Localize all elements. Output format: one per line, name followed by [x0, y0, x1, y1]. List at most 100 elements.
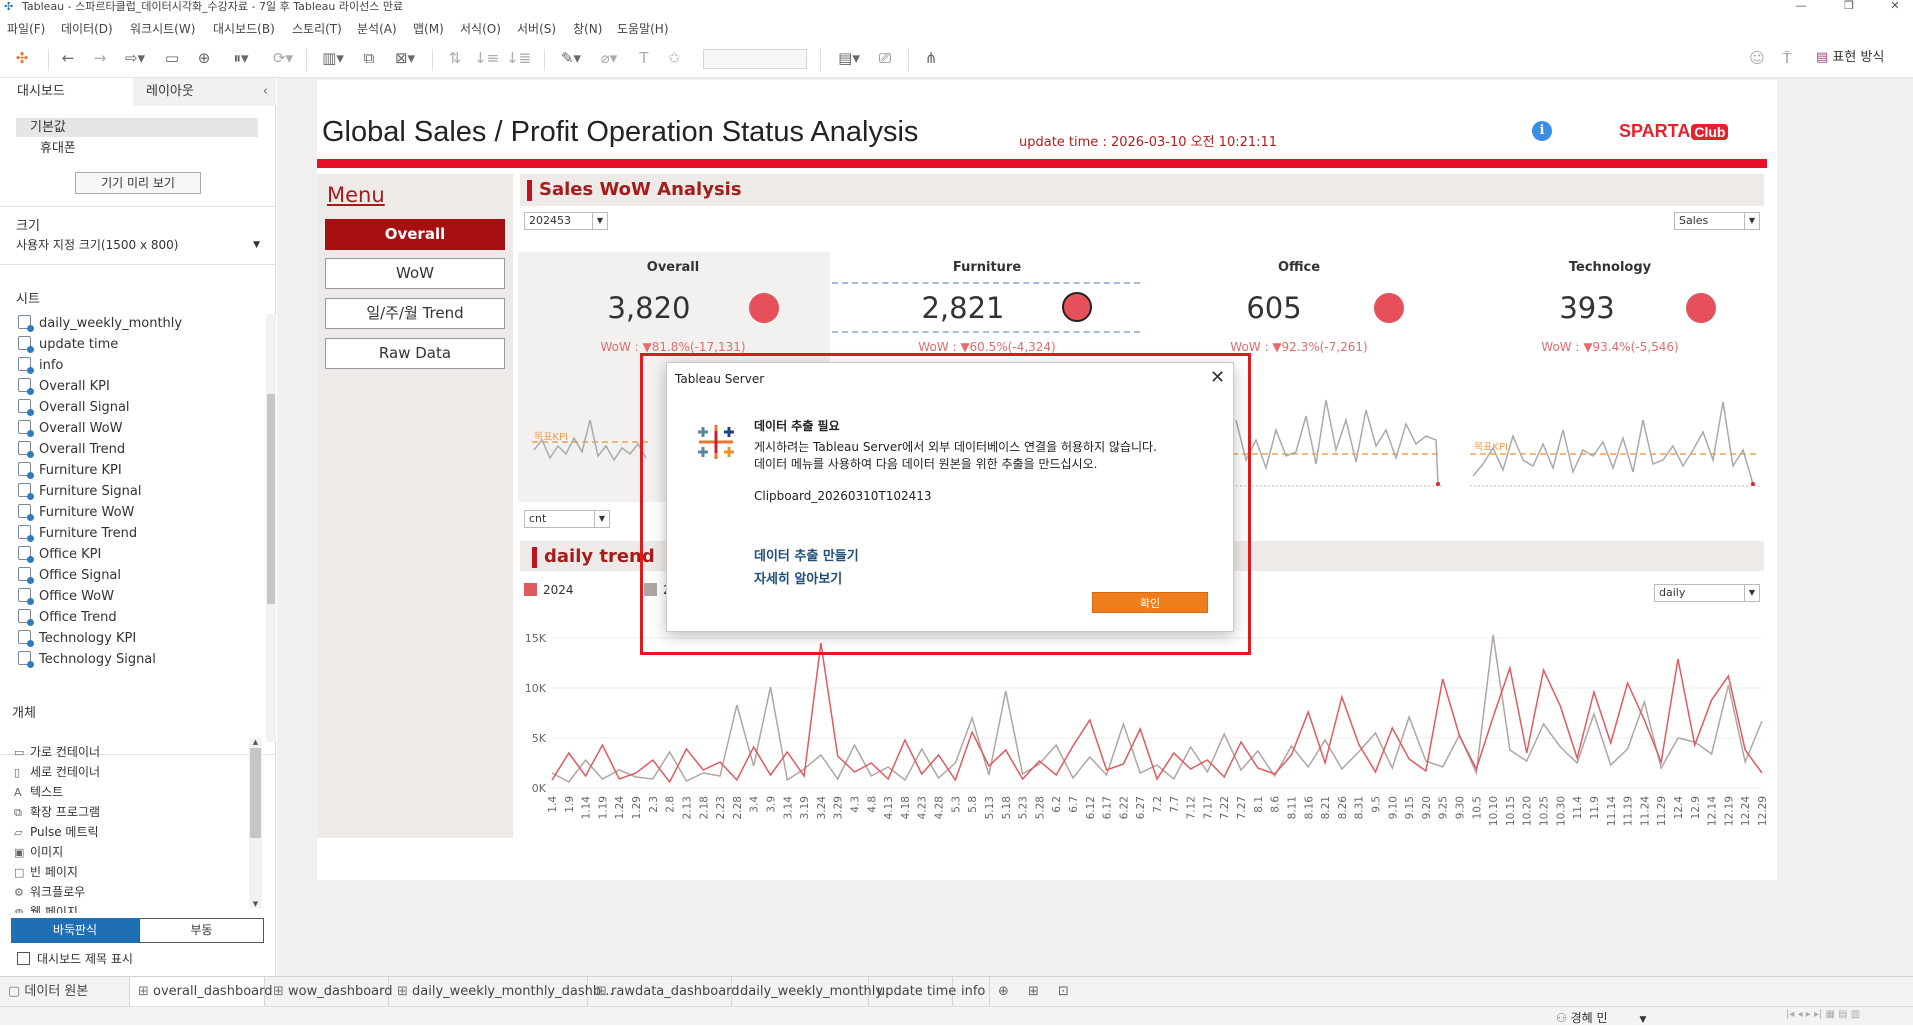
ok-button[interactable]: 확인 — [1092, 592, 1208, 613]
object-item[interactable]: ▱ Pulse 메트릭 — [14, 823, 99, 842]
sheet-item[interactable]: daily_weekly_monthly — [18, 314, 182, 334]
sheet-item[interactable]: Office Signal — [18, 566, 121, 586]
group-icon[interactable]: ⌀▾ — [594, 48, 624, 68]
size-dropdown[interactable]: 사용자 지정 크기(1500 x 800) ▼ — [16, 235, 260, 255]
sort-descending-icon[interactable]: ↓≣ — [506, 48, 531, 68]
object-item[interactable]: A 텍스트 — [14, 783, 63, 802]
share-icon[interactable]: ⋔ — [920, 48, 942, 68]
menu-help[interactable]: 도움말(H) — [617, 20, 669, 37]
sheet-item[interactable]: update time — [18, 335, 118, 355]
sheet-item[interactable]: Furniture WoW — [18, 503, 134, 523]
device-default[interactable]: 기본값 — [30, 118, 66, 137]
sheet-navigation[interactable]: |◂ ◂ ▸ ▸| ▦ ▤ ▥ — [1786, 1009, 1860, 1020]
tiled-button[interactable]: 바둑판식 — [11, 918, 139, 943]
new-worksheet-icon[interactable]: ⊕ — [990, 977, 1020, 1007]
close-icon[interactable]: ✕ — [1210, 367, 1225, 388]
show-title-checkbox[interactable] — [17, 952, 30, 965]
tab-wow-dashboard[interactable]: ⊞ wow_dashboard — [265, 977, 393, 1007]
close-window-icon[interactable]: ✕ — [1880, 0, 1910, 14]
restore-icon[interactable]: ❐ — [1834, 0, 1864, 14]
menu-server[interactable]: 서버(S) — [517, 20, 556, 37]
sheet-item[interactable]: Technology Signal — [18, 650, 156, 670]
sheet-item[interactable]: Furniture KPI — [18, 461, 122, 481]
sheet-item[interactable]: info — [18, 356, 63, 376]
sheet-item[interactable]: Furniture Signal — [18, 482, 141, 502]
fit-dropdown[interactable] — [703, 49, 807, 69]
tab-info[interactable]: info — [953, 977, 990, 1007]
redo-icon[interactable]: → — [90, 48, 110, 68]
sheet-item[interactable]: Overall WoW — [18, 419, 123, 439]
menu-worksheet[interactable]: 워크시트(W) — [130, 20, 195, 37]
sheet-item[interactable]: Overall KPI — [18, 377, 110, 397]
sheet-item[interactable]: Furniture Trend — [18, 524, 137, 544]
menu-story[interactable]: 스토리(T) — [292, 20, 342, 37]
new-story-icon[interactable]: ⊡ — [1050, 977, 1080, 1007]
tab-data-source[interactable]: ▢ 데이터 원본 — [0, 977, 130, 1007]
labels-icon[interactable]: T — [634, 48, 654, 68]
tab-dashboard[interactable]: 대시보드 — [0, 78, 133, 106]
sheet-item[interactable]: Overall Trend — [18, 440, 125, 460]
info-icon[interactable]: i — [1532, 121, 1552, 141]
duplicate-icon[interactable]: ⧉ — [358, 48, 380, 68]
sheet-item[interactable]: Office Trend — [18, 608, 117, 628]
tab-rawdata-dashboard[interactable]: ⊞ rawdata_dashboard — [588, 977, 740, 1007]
highlight-icon[interactable]: ✎▾ — [556, 48, 586, 68]
refresh-icon[interactable]: ⟳▾ — [268, 48, 298, 68]
menu-format[interactable]: 서식(O) — [460, 20, 501, 37]
object-item[interactable]: ⧉ 확장 프로그램 — [14, 803, 100, 822]
undo-icon[interactable]: ← — [58, 48, 78, 68]
object-item[interactable]: ◍ 웹 페이지 — [14, 903, 78, 913]
menu-button-wow[interactable]: WoW — [325, 258, 505, 289]
measure-filter-dropdown[interactable]: Sales ▼ — [1674, 212, 1760, 230]
menu-dashboard[interactable]: 대시보드(B) — [213, 20, 275, 37]
week-filter-dropdown[interactable]: 202453 ▼ — [524, 212, 608, 230]
object-item[interactable]: ⚙ 워크플로우 — [14, 883, 85, 902]
menu-map[interactable]: 맵(M) — [413, 20, 444, 37]
tab-layout[interactable]: 레이아웃 ‹ — [133, 78, 276, 106]
device-preview-button[interactable]: 기기 미리 보기 — [75, 172, 201, 194]
cnt-filter-dropdown[interactable]: cnt ▼ — [524, 510, 610, 528]
menu-button-raw-data[interactable]: Raw Data — [325, 338, 505, 369]
ask-data-icon[interactable]: ☺ — [1746, 48, 1768, 68]
replay-icon[interactable]: ⇨▾ — [120, 48, 150, 68]
pin-icon[interactable]: ✩ — [664, 48, 684, 68]
menu-analysis[interactable]: 분석(A) — [357, 20, 397, 37]
new-dashboard-icon[interactable]: ⊞ — [1020, 977, 1050, 1007]
create-extract-link[interactable]: 데이터 추출 만들기 — [754, 545, 859, 564]
user-menu[interactable]: ⚇ 경혜 민 ▼ — [1556, 1009, 1646, 1026]
menu-button-trend[interactable]: 일/주/월 Trend — [325, 298, 505, 329]
tab-update-time[interactable]: update time — [869, 977, 956, 1007]
object-item[interactable]: □ 빈 페이지 — [14, 863, 78, 882]
granularity-filter-dropdown[interactable]: daily ▼ — [1654, 584, 1760, 602]
sheet-item[interactable]: Overall Signal — [18, 398, 130, 418]
new-datasource-icon[interactable]: ⊕ — [194, 48, 214, 68]
show-cards-icon[interactable]: ▤▾ — [832, 48, 866, 68]
menu-button-overall[interactable]: Overall — [325, 219, 505, 250]
device-phone[interactable]: 휴대폰 — [40, 139, 76, 158]
tableau-home-icon[interactable]: ✣ — [12, 48, 32, 68]
tab-daily-weekly-monthly[interactable]: daily_weekly_monthly — [732, 977, 883, 1007]
object-item[interactable]: ▯ 세로 컨테이너 — [14, 763, 100, 782]
minimize-icon[interactable]: — — [1786, 0, 1816, 14]
object-list-scrollbar[interactable]: ▲ ▼ — [249, 738, 262, 908]
presentation-mode-icon[interactable]: ⎚ — [874, 48, 896, 68]
new-worksheet-icon[interactable]: ▥▾ — [316, 48, 350, 68]
tab-overall-dashboard[interactable]: ⊞ overall_dashboard — [130, 977, 272, 1007]
menu-file[interactable]: 파일(F) — [7, 20, 45, 37]
object-item[interactable]: ▣ 이미지 — [14, 843, 63, 862]
sheet-item[interactable]: Office WoW — [18, 587, 114, 607]
swap-icon[interactable]: ⇅ — [444, 48, 466, 68]
sheet-item[interactable]: Office KPI — [18, 545, 101, 565]
show-me-button[interactable]: ▤ 표현 방식 — [1816, 48, 1884, 68]
floating-button[interactable]: 부동 — [139, 918, 264, 943]
tab-daily-weekly-monthly-dashboard[interactable]: ⊞ daily_weekly_monthly_dashb... — [389, 977, 614, 1007]
sheet-list-scrollbar[interactable] — [266, 314, 276, 742]
clear-sheet-icon[interactable]: ⊠▾ — [388, 48, 422, 68]
menu-data[interactable]: 데이터(D) — [61, 20, 113, 37]
sheet-item[interactable]: Technology KPI — [18, 629, 136, 649]
sort-ascending-icon[interactable]: ↓≡ — [474, 48, 499, 68]
pause-updates-icon[interactable]: ⏸▾ — [226, 48, 256, 68]
learn-more-link[interactable]: 자세히 알아보기 — [754, 568, 842, 587]
collapse-pane-icon[interactable]: ‹ — [263, 78, 268, 106]
save-icon[interactable]: ▭ — [162, 48, 182, 68]
